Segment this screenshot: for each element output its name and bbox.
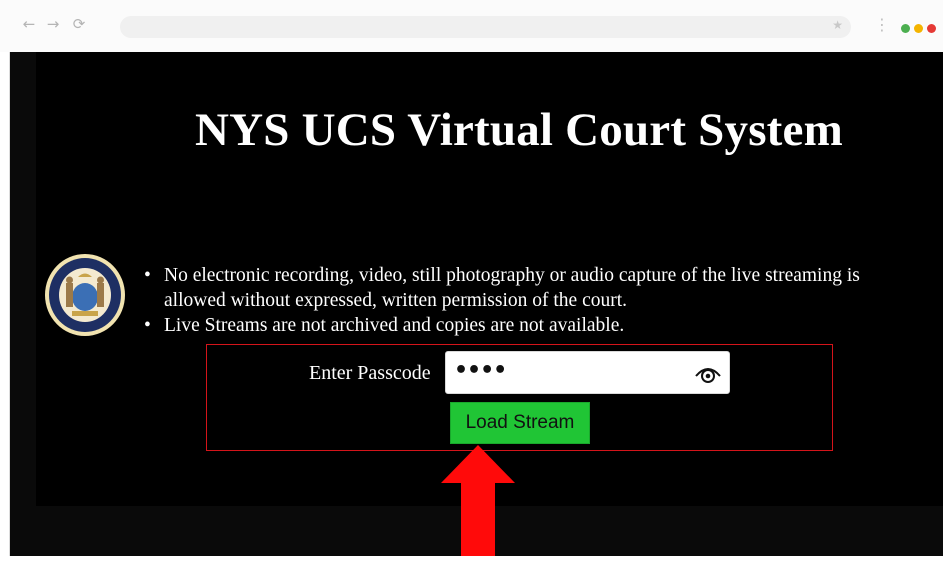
eye-icon[interactable] bbox=[694, 361, 722, 390]
window-edge bbox=[0, 52, 10, 556]
yellow-dot-icon bbox=[914, 24, 923, 33]
star-icon[interactable]: ★ bbox=[832, 18, 843, 32]
passcode-label: Enter Passcode bbox=[309, 362, 431, 384]
address-bar[interactable]: ★ bbox=[120, 16, 851, 38]
page-title: NYS UCS Virtual Court System bbox=[195, 104, 843, 156]
green-dot-icon bbox=[901, 24, 910, 33]
red-arrow-up-icon bbox=[441, 445, 515, 561]
notice-archive: Live Streams are not archived and copies… bbox=[164, 315, 625, 336]
red-dot-icon bbox=[927, 24, 936, 33]
browser-toolbar: ← → ⟳ ★ ⋮ bbox=[0, 0, 943, 53]
passcode-input[interactable]: •••• bbox=[445, 351, 730, 394]
bullet-icon: • bbox=[144, 315, 151, 336]
list-item: • No electronic recording, video, still … bbox=[144, 263, 924, 313]
arrow-right-icon[interactable]: → bbox=[44, 15, 62, 33]
bullet-icon: • bbox=[144, 265, 151, 286]
arrow-left-icon[interactable]: ← bbox=[20, 15, 38, 33]
notice-list: • No electronic recording, video, still … bbox=[144, 263, 924, 338]
reload-icon[interactable]: ⟳ bbox=[70, 15, 88, 33]
load-stream-button[interactable]: Load Stream bbox=[450, 402, 590, 444]
notice-recording: No electronic recording, video, still ph… bbox=[164, 265, 860, 311]
list-item: • Live Streams are not archived and copi… bbox=[144, 313, 924, 338]
passcode-value: •••• bbox=[454, 358, 507, 383]
new-york-courts-seal-icon bbox=[44, 253, 126, 342]
kebab-menu-icon[interactable]: ⋮ bbox=[874, 17, 890, 33]
